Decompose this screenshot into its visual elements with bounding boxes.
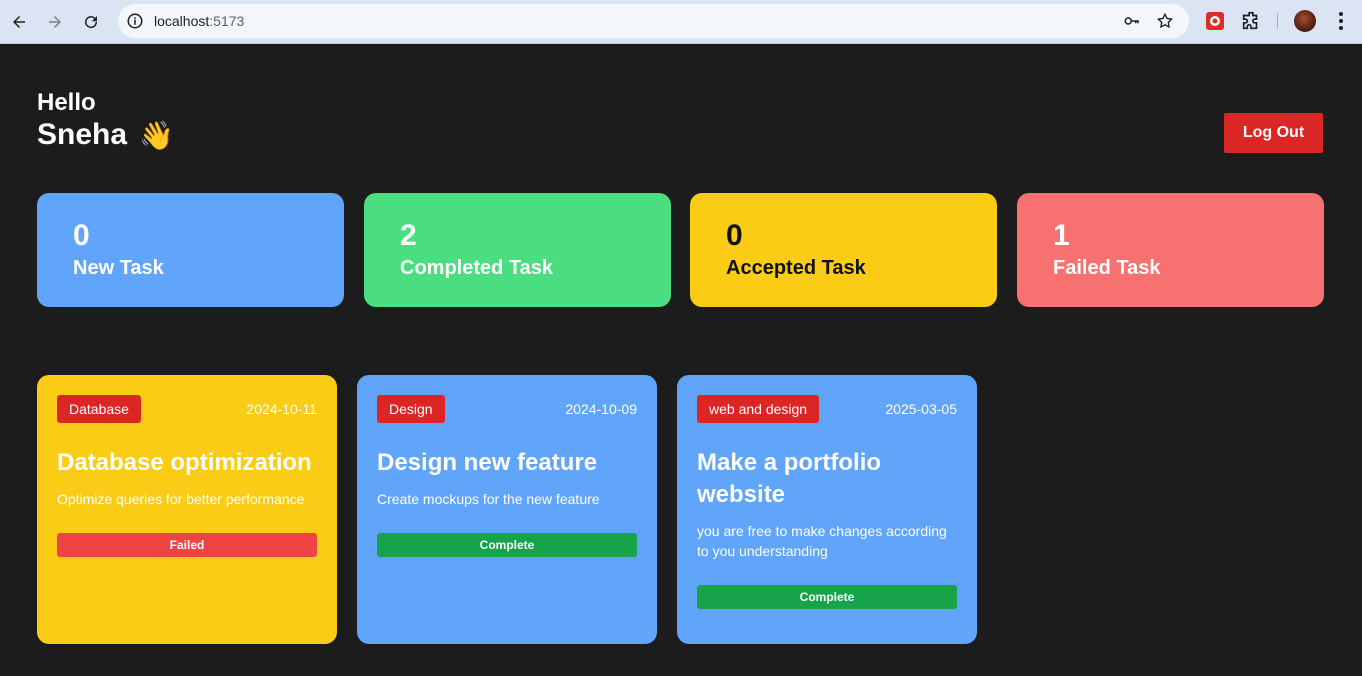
- more-vert-icon[interactable]: [1332, 10, 1350, 32]
- wave-emoji-icon: 👋: [139, 119, 174, 151]
- url-host: localhost: [154, 13, 210, 29]
- task-category-badge: Database: [57, 395, 141, 423]
- stat-completed-task: 2 Completed Task: [364, 193, 671, 307]
- url-port: :5173: [209, 13, 245, 29]
- task-status-button[interactable]: Complete: [697, 585, 957, 609]
- toolbar-divider: [1277, 13, 1278, 29]
- key-icon[interactable]: [1123, 12, 1141, 30]
- user-name-text: Sneha: [37, 118, 128, 151]
- task-title: Database optimization: [57, 449, 312, 476]
- task-status-button[interactable]: Failed: [57, 533, 317, 557]
- task-description: Create mockups for the new feature: [377, 491, 600, 507]
- task-category-badge: web and design: [697, 395, 820, 423]
- task-description: Optimize queries for better performance: [57, 491, 305, 507]
- stat-failed-task: 1 Failed Task: [1017, 193, 1324, 307]
- address-bar[interactable]: localhost:5173: [118, 4, 1189, 38]
- forward-button[interactable]: [41, 8, 69, 36]
- back-button[interactable]: [5, 8, 33, 36]
- extension-icon[interactable]: [1204, 10, 1226, 32]
- star-icon[interactable]: [1156, 12, 1174, 30]
- stat-label: New Task: [73, 257, 164, 279]
- arrow-left-icon: [13, 16, 25, 28]
- task-card: Database 2024-10-11 Database optimizatio…: [37, 375, 337, 644]
- reload-icon: [85, 16, 98, 29]
- stat-label: Completed Task: [400, 257, 553, 279]
- stat-label: Failed Task: [1053, 257, 1161, 279]
- task-date: 2024-10-09: [565, 401, 637, 417]
- task-card: web and design 2025-03-05 Make a portfol…: [677, 375, 977, 644]
- reload-button[interactable]: [77, 8, 105, 36]
- task-description: you are free to make changes according t…: [697, 523, 947, 559]
- task-title: Make a portfolio website: [697, 449, 882, 508]
- arrow-right-icon: [49, 16, 61, 28]
- greeting-text: Hello: [37, 89, 96, 116]
- stat-count: 2: [400, 219, 417, 252]
- task-status-button[interactable]: Complete: [377, 533, 637, 557]
- stat-count: 0: [73, 219, 90, 252]
- stat-label: Accepted Task: [726, 257, 866, 279]
- stat-count: 0: [726, 219, 743, 252]
- stat-count: 1: [1053, 219, 1070, 252]
- puzzle-icon[interactable]: [1240, 10, 1262, 32]
- stat-accepted-task: 0 Accepted Task: [690, 193, 997, 307]
- logout-button[interactable]: Log Out: [1224, 113, 1323, 153]
- task-date: 2025-03-05: [885, 401, 957, 417]
- profile-avatar[interactable]: [1294, 10, 1316, 32]
- task-card: Design 2024-10-09 Design new feature Cre…: [357, 375, 657, 644]
- task-category-badge: Design: [377, 395, 445, 423]
- info-icon[interactable]: [126, 12, 144, 30]
- user-name: Sneha 👋: [37, 118, 174, 152]
- task-title: Design new feature: [377, 449, 598, 476]
- url-text: localhost:5173: [154, 13, 244, 29]
- stat-new-task: 0 New Task: [37, 193, 344, 307]
- browser-toolbar: localhost:5173: [0, 0, 1362, 44]
- task-date: 2024-10-11: [246, 401, 317, 417]
